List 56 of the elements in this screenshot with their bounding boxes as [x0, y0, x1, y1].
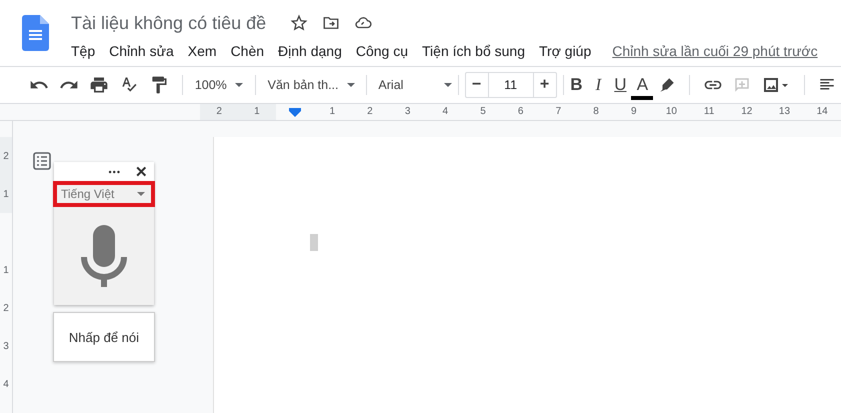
ruler-number: 10 — [664, 105, 678, 119]
menu-item[interactable]: Chèn — [224, 40, 272, 62]
print-icon[interactable] — [89, 75, 109, 95]
click-to-speak-tooltip: Nhấp để nói — [52, 312, 155, 362]
ruler-number: 6 — [516, 105, 524, 119]
ruler-number: 14 — [816, 105, 829, 119]
ruler-number: 12 — [740, 105, 754, 119]
star-icon[interactable] — [290, 14, 308, 32]
ruler-number: 9 — [630, 105, 638, 119]
menu-item[interactable]: Định dạng — [271, 40, 349, 62]
highlighter-icon[interactable] — [658, 76, 676, 94]
outline-icon[interactable] — [32, 152, 51, 170]
menu-item[interactable]: Tiện ích bổ sung — [415, 40, 532, 62]
last-edit-link[interactable]: Chỉnh sửa lần cuối 29 phút trước — [612, 43, 818, 59]
ruler-number: 5 — [479, 105, 487, 119]
bold-button[interactable]: B — [565, 75, 588, 95]
ruler-number: 4 — [2, 378, 10, 392]
ruler-number: 2 — [2, 302, 10, 316]
ruler-number: 2 — [0, 137, 12, 175]
ruler-number: 2 — [366, 105, 374, 119]
ruler-number: 1 — [0, 175, 12, 213]
folder-icon[interactable] — [322, 14, 340, 32]
ruler-number: 11 — [702, 105, 716, 119]
ruler-number: 1 — [238, 104, 276, 120]
menu-item[interactable]: Trợ giúp — [532, 40, 598, 62]
indent-marker-icon[interactable] — [288, 108, 301, 116]
ruler-number: 3 — [2, 340, 10, 354]
menu-item[interactable]: Chỉnh sửa — [102, 40, 181, 62]
menu-item[interactable]: Tệp — [64, 40, 102, 62]
zoom-dropdown[interactable]: 100% — [190, 73, 247, 97]
underline-button[interactable]: U — [609, 75, 632, 95]
ruler-number: 1 — [328, 105, 336, 119]
ruler-number: 2 — [200, 104, 238, 120]
text-color-button[interactable]: A — [631, 74, 654, 100]
ruler-number: 1 — [2, 264, 10, 278]
more-options-button[interactable]: ••• — [108, 166, 121, 176]
font-dropdown[interactable]: Arial — [374, 73, 456, 97]
ruler-number: 13 — [778, 105, 792, 119]
ruler-number: 4 — [442, 105, 450, 119]
microphone-icon — [80, 225, 127, 287]
decrease-font-size-button[interactable]: − — [466, 76, 488, 94]
docs-logo-icon[interactable] — [22, 15, 49, 51]
language-dropdown[interactable]: Tiếng Việt — [52, 181, 155, 207]
increase-font-size-button[interactable]: + — [534, 76, 556, 94]
ruler-number: 3 — [404, 105, 412, 119]
text-cursor — [310, 234, 318, 251]
menu-item[interactable]: Xem — [180, 40, 224, 62]
ruler-number: 7 — [554, 105, 562, 119]
italic-button[interactable]: I — [587, 75, 610, 95]
style-dropdown[interactable]: Văn bản th... — [264, 73, 358, 97]
microphone-button[interactable] — [54, 207, 154, 305]
font-size-field[interactable]: 11 — [488, 73, 534, 97]
close-button[interactable]: ✕ — [134, 162, 148, 180]
menu-item[interactable]: Công cụ — [348, 40, 416, 62]
document-title[interactable]: Tài liệu không có tiêu đề — [71, 12, 266, 34]
ruler-number: 8 — [592, 105, 600, 119]
